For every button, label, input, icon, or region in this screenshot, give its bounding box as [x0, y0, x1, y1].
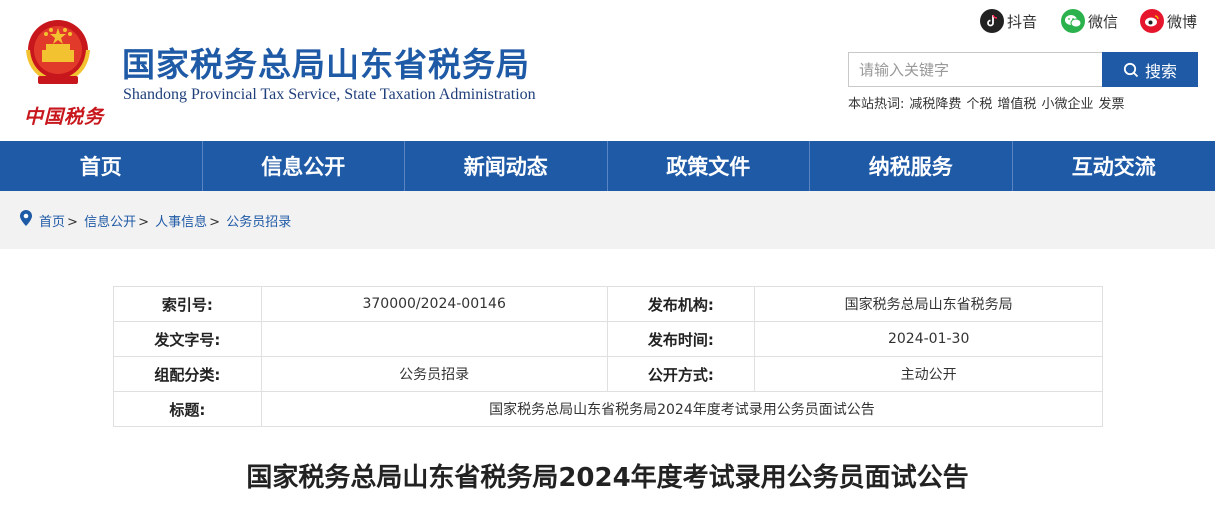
nav-item-interaction[interactable]: 互动交流	[1013, 141, 1215, 191]
org-value: 国家税务总局山东省税务局	[754, 286, 1103, 322]
social-link-weibo[interactable]: 微博	[1140, 9, 1197, 33]
nav-item-news[interactable]: 新闻动态	[405, 141, 608, 191]
brand-script-logo: 中国税务	[24, 106, 105, 128]
breadcrumb: 首页 > 信息公开 > 人事信息 > 公务员招录	[0, 191, 1215, 249]
hotwords: 本站热词: 减税降费 个税 增值税 小微企业 发票	[848, 93, 1124, 112]
breadcrumb-link-home[interactable]: 首页	[39, 215, 65, 230]
social-label: 抖音	[1007, 12, 1038, 31]
location-pin-icon	[19, 209, 33, 231]
nav-item-policy[interactable]: 政策文件	[608, 141, 810, 191]
document-info-table: 索引号: 370000/2024-00146 发布机构: 国家税务总局山东省税务…	[113, 286, 1104, 427]
hotword-link[interactable]: 发票	[1098, 93, 1124, 112]
doc-number-label: 发文字号:	[113, 321, 262, 357]
search-button-label: 搜索	[1144, 61, 1177, 81]
org-label: 发布机构:	[606, 286, 756, 322]
index-value: 370000/2024-00146	[260, 286, 608, 322]
site-title[interactable]: 国家税务总局山东省税务局	[122, 38, 530, 86]
breadcrumb-separator: >	[209, 214, 221, 230]
breadcrumb-link-info-disclosure[interactable]: 信息公开	[84, 215, 136, 230]
douyin-icon	[980, 9, 1004, 33]
search-button[interactable]: 搜索	[1102, 52, 1198, 87]
publish-date-value: 2024-01-30	[754, 321, 1103, 357]
hotword-link[interactable]: 个税	[966, 93, 992, 112]
hotwords-label: 本站热词:	[848, 97, 905, 112]
article-title: 国家税务总局山东省税务局2024年度考试录用公务员面试公告	[246, 463, 969, 493]
disclosure-mode-label: 公开方式:	[606, 356, 756, 392]
table-row: 索引号: 370000/2024-00146 发布机构: 国家税务总局山东省税务…	[113, 286, 1103, 322]
breadcrumb-separator: >	[67, 214, 78, 230]
hotword-link[interactable]: 减税降费	[909, 93, 961, 112]
index-label: 索引号:	[113, 286, 262, 322]
doc-number-value	[260, 321, 608, 357]
title-label: 标题:	[113, 391, 262, 427]
nav-item-home[interactable]: 首页	[0, 141, 203, 191]
national-emblem-icon[interactable]	[18, 16, 98, 88]
wechat-icon	[1061, 9, 1085, 33]
disclosure-mode-value: 主动公开	[754, 356, 1103, 392]
hotword-link[interactable]: 增值税	[997, 93, 1036, 112]
social-link-wechat[interactable]: 微信	[1061, 9, 1118, 33]
publish-date-label: 发布时间:	[606, 321, 756, 357]
site-header: 中国税务 国家税务总局山东省税务局 Shandong Provincial Ta…	[0, 0, 1215, 141]
table-row: 标题: 国家税务总局山东省税务局2024年度考试录用公务员面试公告	[113, 391, 1104, 427]
title-value: 国家税务总局山东省税务局2024年度考试录用公务员面试公告	[260, 391, 1104, 427]
main-nav: 首页 信息公开 新闻动态 政策文件 纳税服务 互动交流	[0, 141, 1215, 191]
table-row: 发文字号: 发布时间: 2024-01-30	[113, 321, 1103, 357]
search-icon	[1123, 62, 1139, 77]
search-input[interactable]	[848, 52, 1102, 87]
weibo-icon	[1140, 9, 1164, 33]
breadcrumb-link-personnel[interactable]: 人事信息	[155, 215, 207, 230]
social-link-douyin[interactable]: 抖音	[980, 9, 1037, 33]
category-label: 组配分类:	[113, 356, 262, 392]
site-subtitle: Shandong Provincial Tax Service, State T…	[123, 86, 536, 103]
social-label: 微博	[1167, 12, 1198, 31]
category-value: 公务员招录	[260, 356, 608, 392]
hotword-link[interactable]: 小微企业	[1041, 93, 1093, 112]
breadcrumb-separator: >	[138, 214, 149, 230]
social-label: 微信	[1088, 12, 1119, 31]
breadcrumb-link-current[interactable]: 公务员招录	[226, 215, 291, 230]
nav-item-tax-service[interactable]: 纳税服务	[810, 141, 1013, 191]
breadcrumb-trail: 首页 > 信息公开 > 人事信息 > 公务员招录	[39, 211, 291, 230]
table-row: 组配分类: 公务员招录 公开方式: 主动公开	[113, 356, 1103, 392]
nav-item-info-disclosure[interactable]: 信息公开	[203, 141, 405, 191]
